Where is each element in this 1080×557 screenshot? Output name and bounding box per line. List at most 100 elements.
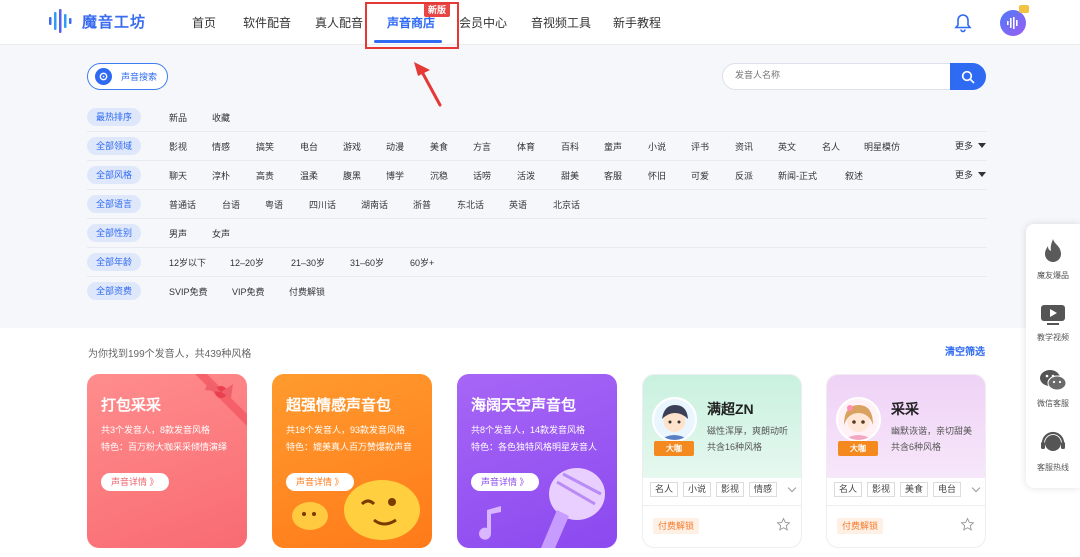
filter-option[interactable]: 腹黑 (343, 169, 361, 182)
filter-option[interactable]: 女声 (212, 227, 230, 240)
pack-card[interactable]: 打包采采 共3个发音人，8款发音风格 特色：百万粉大咖采采倾情演绎 声音详情 》 (87, 374, 247, 548)
search-button[interactable] (950, 63, 986, 90)
speaker-search-input[interactable] (735, 70, 935, 80)
filter-tag-sort[interactable]: 最热排序 (87, 108, 141, 126)
nav-software-dubbing[interactable]: 软件配音 (243, 14, 291, 31)
filter-option[interactable]: 方言 (473, 140, 491, 153)
favorite-star-icon[interactable] (776, 517, 791, 532)
filter-option[interactable]: 四川话 (309, 198, 336, 211)
voice-tag[interactable]: 名人 (834, 482, 863, 497)
pack-details-button[interactable]: 声音详情 》 (471, 473, 539, 491)
filter-option[interactable]: 资讯 (735, 140, 753, 153)
filter-tag-gender[interactable]: 全部性别 (87, 224, 141, 242)
filter-option[interactable]: 淳朴 (212, 169, 230, 182)
pack-card[interactable]: 海阔天空声音包 共8个发音人，14款发音风格 特色：各色独特风格明星发音人 声音… (457, 374, 617, 548)
filter-option[interactable]: 活泼 (517, 169, 535, 182)
filter-option[interactable]: 付费解锁 (289, 285, 325, 298)
filter-option[interactable]: 北京话 (553, 198, 580, 211)
filter-option[interactable]: 电台 (300, 140, 318, 153)
nav-member-center[interactable]: 会员中心 (459, 14, 507, 31)
voice-tag[interactable]: 情感 (749, 482, 778, 497)
sidebar-item-tutorial-video[interactable]: 教学视频 (1026, 304, 1080, 343)
filter-option[interactable]: 温柔 (300, 169, 318, 182)
filter-option[interactable]: 新闻-正式 (778, 169, 817, 182)
filter-option[interactable]: 怀旧 (648, 169, 666, 182)
more-style-dropdown[interactable]: 更多 (955, 168, 987, 181)
filter-option[interactable]: 31–60岁 (350, 256, 384, 269)
filter-option[interactable]: 动漫 (386, 140, 404, 153)
filter-option[interactable]: 小说 (648, 140, 666, 153)
logo[interactable]: 魔音工坊 (48, 9, 146, 33)
bell-icon[interactable] (954, 13, 972, 36)
filter-option[interactable]: 叙述 (845, 169, 863, 182)
filter-option[interactable]: 童声 (604, 140, 622, 153)
voice-tag[interactable]: 电台 (933, 482, 962, 497)
voice-card[interactable]: 大咖 采采 幽默诙谐，亲切甜美 共含6种风格 名人 影视 美食 电台 付费解锁 (826, 374, 986, 548)
filter-option[interactable]: 游戏 (343, 140, 361, 153)
chevron-down-icon[interactable] (971, 483, 981, 493)
filter-option[interactable]: 评书 (691, 140, 709, 153)
filter-option[interactable]: 情感 (212, 140, 230, 153)
voice-tag[interactable]: 小说 (683, 482, 712, 497)
filter-option[interactable]: 12岁以下 (169, 256, 206, 269)
filter-option[interactable]: 浙普 (413, 198, 431, 211)
filter-option[interactable]: 收藏 (212, 111, 230, 124)
voice-card[interactable]: 大咖 满超ZN 磁性浑厚，爽朗动听 共含16种风格 名人 小说 影视 情感 付费… (642, 374, 802, 548)
filter-option[interactable]: 12–20岁 (230, 256, 264, 269)
filter-option[interactable]: 美食 (430, 140, 448, 153)
sidebar-item-wechat[interactable]: 微信客服 (1026, 368, 1080, 409)
filter-option[interactable]: 反派 (735, 169, 753, 182)
filter-option[interactable]: 话唠 (473, 169, 491, 182)
filter-option[interactable]: 英文 (778, 140, 796, 153)
pack-details-button[interactable]: 声音详情 》 (101, 473, 169, 491)
filter-option[interactable]: 聊天 (169, 169, 187, 182)
filter-option[interactable]: 湖南话 (361, 198, 388, 211)
filter-tag-domain[interactable]: 全部领域 (87, 137, 141, 155)
filter-tag-style[interactable]: 全部风格 (87, 166, 141, 184)
filter-option[interactable]: 搞笑 (256, 140, 274, 153)
filter-option[interactable]: 明星模仿 (864, 140, 900, 153)
clear-filters-button[interactable]: 清空筛选 (945, 343, 985, 358)
filter-option[interactable]: 男声 (169, 227, 187, 240)
sidebar-item-hot[interactable]: 魔友爆品 (1026, 238, 1080, 281)
filter-option[interactable]: 英语 (509, 198, 527, 211)
favorite-star-icon[interactable] (960, 517, 975, 532)
nav-home[interactable]: 首页 (192, 14, 216, 31)
nav-tutorial[interactable]: 新手教程 (613, 14, 661, 31)
voice-tag[interactable]: 名人 (650, 482, 679, 497)
voice-search-button[interactable]: 声音搜索 (87, 63, 168, 90)
filter-option[interactable]: 东北话 (457, 198, 484, 211)
filter-option[interactable]: VIP免费 (232, 285, 265, 298)
user-avatar[interactable] (1000, 5, 1029, 36)
filter-tag-language[interactable]: 全部语言 (87, 195, 141, 213)
more-domain-dropdown[interactable]: 更多 (955, 139, 987, 152)
sidebar-item-hotline[interactable]: 客服热线 (1026, 430, 1080, 473)
filter-option[interactable]: 可爱 (691, 169, 709, 182)
filter-option[interactable]: 影视 (169, 140, 187, 153)
nav-human-dubbing[interactable]: 真人配音 (315, 14, 363, 31)
filter-option[interactable]: 60岁+ (410, 256, 434, 269)
filter-option[interactable]: 粤语 (265, 198, 283, 211)
filter-option[interactable]: 台语 (222, 198, 240, 211)
filter-option[interactable]: 博学 (386, 169, 404, 182)
nav-av-tools[interactable]: 音视频工具 (531, 14, 591, 31)
filter-option[interactable]: 沉稳 (430, 169, 448, 182)
voice-tag[interactable]: 影视 (716, 482, 745, 497)
filter-option[interactable]: 百科 (561, 140, 579, 153)
filter-tag-age[interactable]: 全部年龄 (87, 253, 141, 271)
pack-details-button[interactable]: 声音详情 》 (286, 473, 354, 491)
pack-card[interactable]: 超强情感声音包 共18个发音人，93款发音风格 特色：媲美真人百万赞爆款声音 声… (272, 374, 432, 548)
filter-option[interactable]: 体育 (517, 140, 535, 153)
voice-tag[interactable]: 美食 (900, 482, 929, 497)
voice-tag[interactable]: 影视 (867, 482, 896, 497)
filter-tag-price[interactable]: 全部资费 (87, 282, 141, 300)
chevron-down-icon[interactable] (787, 483, 797, 493)
filter-option[interactable]: 高贵 (256, 169, 274, 182)
filter-option[interactable]: 名人 (822, 140, 840, 153)
filter-option[interactable]: 新品 (169, 111, 187, 124)
filter-option[interactable]: 客服 (604, 169, 622, 182)
filter-option[interactable]: 甜美 (561, 169, 579, 182)
filter-option[interactable]: 21–30岁 (291, 256, 325, 269)
filter-option[interactable]: 普通话 (169, 198, 196, 211)
filter-option[interactable]: SVIP免费 (169, 285, 208, 298)
